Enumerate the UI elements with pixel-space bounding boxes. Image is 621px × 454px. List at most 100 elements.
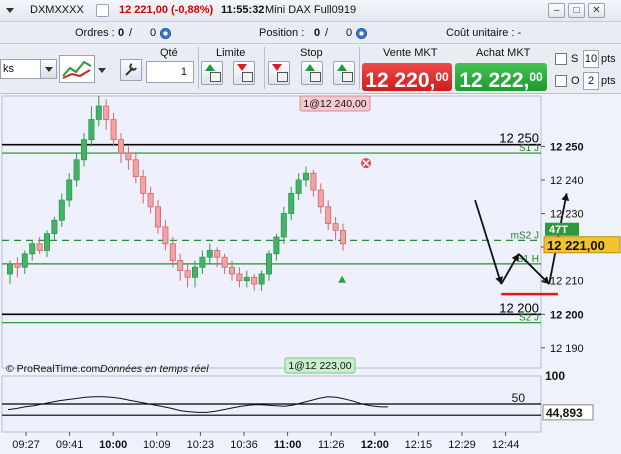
chart-style-icon[interactable] xyxy=(59,55,95,83)
unit-cost: Coût unitaire : - xyxy=(446,27,522,39)
separator xyxy=(264,47,265,89)
limit-label: Limite xyxy=(216,47,246,59)
time-tick-label: 12:44 xyxy=(492,439,520,451)
time-tick-label: 12:15 xyxy=(405,439,433,451)
candle-body xyxy=(332,223,339,231)
candle-body xyxy=(339,229,346,245)
candle-body xyxy=(132,159,139,177)
objective-points-value: 2 xyxy=(587,75,595,87)
minimize-button[interactable]: – xyxy=(548,3,565,18)
quantity-value: 1 xyxy=(180,66,187,78)
price-tick-label: 12 240 xyxy=(550,175,584,187)
objective-points-input[interactable]: 2 xyxy=(583,72,599,90)
candle-body xyxy=(140,176,147,194)
sell-price: 12 220, xyxy=(365,69,436,92)
candle-body xyxy=(184,270,191,278)
quantity-label: Qté xyxy=(160,47,178,59)
candle-body xyxy=(88,119,95,141)
arrowhead-icon xyxy=(561,193,570,202)
maximize-button[interactable]: □ xyxy=(568,3,585,18)
stop-sell-button[interactable] xyxy=(301,61,323,85)
order-tag-label: 1@12 223,00 xyxy=(288,360,351,372)
last-price-label: 12 221,00 xyxy=(547,238,605,253)
candle-body xyxy=(147,192,154,208)
wrench-icon[interactable] xyxy=(120,59,142,81)
level-label: S2 J xyxy=(519,313,539,324)
candle-body xyxy=(14,263,21,268)
timeframe-select[interactable]: ks xyxy=(0,59,57,79)
oscillator-value-label: 44,893 xyxy=(546,406,583,420)
sell-mkt-label: Vente MKT xyxy=(383,47,438,59)
arrow-up-icon xyxy=(337,64,347,71)
time-tick-label: 10:00 xyxy=(99,439,127,451)
stop-points-input[interactable]: 10 xyxy=(583,50,599,68)
candle-body xyxy=(191,266,198,278)
time-tick-label: 12:00 xyxy=(361,439,389,451)
chart-style-graphic xyxy=(62,60,92,79)
orders-value-2: 0 xyxy=(150,27,157,39)
position-label: Position : xyxy=(259,27,305,39)
orders-label: Ordres : xyxy=(75,27,115,39)
candle-body xyxy=(162,226,169,245)
candle-body xyxy=(81,139,88,161)
wrench-graphic xyxy=(125,63,137,76)
candle-body xyxy=(258,273,265,285)
candle-body xyxy=(273,236,280,255)
watermark-label: © ProRealTime.com xyxy=(6,363,101,375)
orders-settings-icon[interactable] xyxy=(160,28,171,39)
sell-market-button[interactable]: 12 220,00 xyxy=(362,63,452,92)
chart-area[interactable]: 12 250 S1 JmS2 J S1 H 12 200 S2 J 1@12 240,00… xyxy=(0,94,621,454)
candle-body xyxy=(243,276,250,282)
position-settings-icon[interactable] xyxy=(356,28,367,39)
order-tag-label: 1@12 240,00 xyxy=(303,98,366,110)
timeframe-value: ks xyxy=(3,63,14,75)
limit-buy-button[interactable] xyxy=(201,61,223,85)
price-chart[interactable]: 12 250S1 JmS2 JS1 H12 200S2 J1@12 240,00… xyxy=(0,94,621,454)
chevron-down-icon[interactable] xyxy=(40,60,56,78)
candle-body xyxy=(29,243,36,255)
limit-sell-button[interactable] xyxy=(233,61,255,85)
time-tick-label: 11:00 xyxy=(274,439,302,451)
price-plot-background xyxy=(1,95,542,369)
time-tick-label: 09:27 xyxy=(12,439,40,451)
candle-body xyxy=(44,233,51,251)
candle-body xyxy=(280,213,287,238)
stop-limit-button[interactable] xyxy=(333,61,355,85)
volume-tag-label: 47T xyxy=(549,224,568,236)
chart-style-dropdown-icon[interactable] xyxy=(98,68,106,73)
objective-checkbox[interactable] xyxy=(555,75,567,87)
stop-label: Stop xyxy=(300,47,323,59)
oscillator-axis-label: 100 xyxy=(545,369,565,383)
position-value: 0 xyxy=(314,27,321,39)
instrument-name[interactable]: DXMXXXX xyxy=(30,4,84,16)
candle-body xyxy=(199,256,206,268)
candle-body xyxy=(228,266,235,275)
candle-body xyxy=(103,105,110,120)
price-tick-label: 12 250 xyxy=(550,141,584,153)
objective-checkbox-label: O xyxy=(571,75,580,87)
title-bar: DXMXXXX 12 221,00 (-0,88%) 11:55:32 Mini… xyxy=(0,0,621,22)
candle-body xyxy=(251,276,258,285)
buy-market-button[interactable]: 12 222,00 xyxy=(455,63,547,92)
candle-body xyxy=(110,119,117,141)
oscillator-axis-label: 50 xyxy=(512,391,526,405)
trading-window: DXMXXXX 12 221,00 (-0,88%) 11:55:32 Mini… xyxy=(0,0,621,454)
time-tick-label: 12:29 xyxy=(448,439,476,451)
stop-checkbox[interactable] xyxy=(555,53,567,65)
order-toolbar: ks Qté 1 Limite Stop Vente MKT 12 220,00… xyxy=(0,44,621,94)
menu-dropdown-icon[interactable] xyxy=(6,8,14,13)
candle-body xyxy=(66,179,73,201)
contract-name: Mini DAX Full0919 xyxy=(265,4,357,16)
position-value-2: 0 xyxy=(346,27,353,39)
price-tick-label: 12 190 xyxy=(550,343,584,355)
candle-body xyxy=(214,250,221,258)
candle-body xyxy=(236,273,243,282)
instrument-list-icon[interactable] xyxy=(96,4,109,17)
stop-buy-button[interactable] xyxy=(268,61,290,85)
candle-body xyxy=(317,189,324,208)
close-button[interactable]: ✕ xyxy=(588,3,605,18)
candle-body xyxy=(51,219,58,235)
stop-points-unit: pts xyxy=(601,53,616,65)
quantity-input[interactable]: 1 xyxy=(146,61,194,83)
separator xyxy=(198,47,199,89)
